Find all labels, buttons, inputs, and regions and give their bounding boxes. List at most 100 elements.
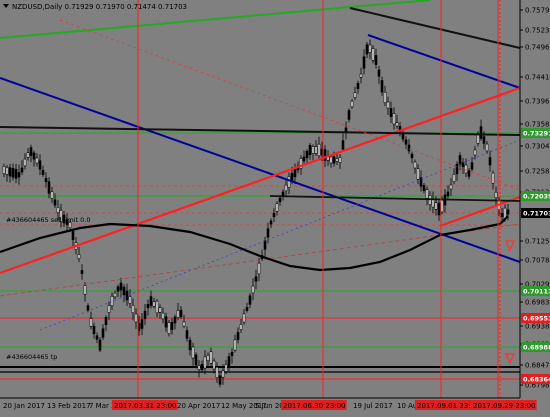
candle-body	[98, 339, 102, 351]
candle-body	[362, 56, 366, 69]
candle-body	[338, 157, 342, 163]
candle-body	[290, 173, 294, 181]
symbol-info: NZDUSD,Daily 0.71929 0.71970 0.71474 0.7…	[12, 3, 187, 11]
candle-body	[101, 328, 105, 338]
candle-body	[173, 316, 177, 324]
candle-body	[485, 143, 489, 152]
candle-body	[383, 91, 387, 104]
candle-body	[164, 316, 168, 328]
candle-body	[176, 310, 180, 318]
candle-body	[107, 305, 111, 313]
time-scale-label: 2017.09.29 23:00	[471, 400, 537, 410]
candle-body	[488, 157, 492, 166]
candle-body	[494, 191, 498, 199]
candle-body	[371, 48, 375, 61]
candle-body	[476, 134, 480, 144]
candle-body	[38, 160, 42, 170]
time-scale-label: 2017.03.31 23:00	[112, 400, 178, 410]
price-tag-label: 0.70113	[523, 288, 550, 296]
candle-body	[470, 162, 474, 170]
price-tag-label: 0.72039	[523, 193, 550, 201]
price-tag: 0.71703	[521, 208, 550, 218]
candle-body	[146, 303, 150, 309]
candle-body	[473, 149, 477, 156]
price-tag-label: 0.69553	[523, 315, 550, 323]
candle-body	[275, 203, 279, 212]
candle-body	[83, 285, 87, 295]
candle-body	[335, 158, 339, 162]
candle-body	[17, 172, 21, 178]
candle-body	[5, 167, 9, 175]
price-chart[interactable]: 0.75790 0.75235 0.74965 0.74410 0.73960 0.735…	[0, 0, 550, 413]
candle-body	[245, 307, 249, 311]
candle-body	[254, 276, 258, 282]
time-scale-label: 2017.09.01 23:00	[415, 400, 481, 410]
price-scale-label: 0.69380	[525, 323, 550, 331]
candle-body	[404, 139, 408, 145]
candle-body	[413, 161, 417, 169]
svg-text:10 Au: 10 Au	[397, 402, 417, 410]
candle-body	[452, 174, 456, 182]
candle-body	[410, 153, 414, 159]
candle-body	[182, 321, 186, 327]
candle-body	[293, 167, 297, 178]
svg-text:2017.09.01 23:00: 2017.09.01 23:00	[417, 402, 479, 410]
price-scale-label: 0.73960	[525, 98, 550, 106]
candle-body	[134, 313, 138, 323]
candle-body	[152, 301, 156, 307]
candle-body	[422, 185, 426, 191]
svg-text:2017.06.30 23:00: 2017.06.30 23:00	[283, 402, 345, 410]
candle-body	[89, 318, 93, 327]
candle-body	[242, 313, 246, 323]
candle-body	[425, 189, 429, 199]
candle-body	[308, 144, 312, 156]
candle-body	[269, 220, 273, 225]
candle-body	[113, 292, 117, 298]
candle-body	[131, 304, 135, 314]
candle-body	[95, 335, 99, 340]
chart-canvas[interactable]: 0.75790 0.75235 0.74965 0.74410 0.73960 0.735…	[0, 0, 550, 413]
candle-body	[80, 270, 84, 274]
chart-header: NZDUSD,Daily 0.71929 0.71970 0.71474 0.7…	[3, 3, 187, 11]
candle-body	[380, 80, 384, 93]
candle-body	[200, 363, 204, 371]
price-scale-label: 0.74410	[525, 74, 550, 82]
candle-body	[14, 168, 18, 179]
price-scale-label: 0.68470	[525, 362, 550, 370]
time-scale-label: 20 Jan 2017	[3, 402, 45, 410]
order-label-take-profit[interactable]: #436604465 tp	[6, 353, 57, 361]
candle-body	[86, 305, 90, 311]
candle-body	[215, 366, 219, 379]
candle-body	[278, 197, 282, 203]
candle-body	[365, 44, 369, 55]
candle-body	[458, 155, 462, 165]
candle-body	[332, 156, 336, 164]
candle-body	[35, 157, 39, 164]
candle-body	[356, 83, 360, 89]
candle-body	[350, 100, 354, 108]
candle-body	[2, 165, 6, 175]
candle-body	[56, 206, 60, 214]
candle-body	[185, 330, 189, 339]
candle-body	[161, 312, 165, 320]
price-scale-label: 0.70780	[525, 257, 550, 265]
order-label-sell-limit[interactable]: #436604465 sell limit 0.0	[6, 216, 91, 224]
price-tag: 0.72039	[521, 191, 550, 201]
svg-text:20 Apr 2017: 20 Apr 2017	[177, 402, 220, 410]
time-scale[interactable]: 20 Jan 2017 13 Feb 20177 Mar 22017.03.31 …	[3, 400, 537, 410]
candle-body	[194, 354, 198, 366]
candle-body	[449, 184, 453, 190]
candle-body	[437, 202, 441, 216]
candle-body	[116, 286, 120, 292]
candle-body	[92, 325, 96, 335]
svg-text:20 Jan 2017: 20 Jan 2017	[3, 402, 45, 410]
candle-body	[50, 191, 54, 199]
candle-body	[377, 69, 381, 77]
candle-body	[104, 317, 108, 325]
svg-text:13 Feb 2017: 13 Feb 2017	[47, 402, 91, 410]
candle-body	[179, 309, 183, 318]
candle-body	[188, 339, 192, 351]
candle-body	[236, 332, 240, 340]
price-scale-label: 0.71255	[525, 238, 550, 246]
candle-body	[122, 286, 126, 296]
